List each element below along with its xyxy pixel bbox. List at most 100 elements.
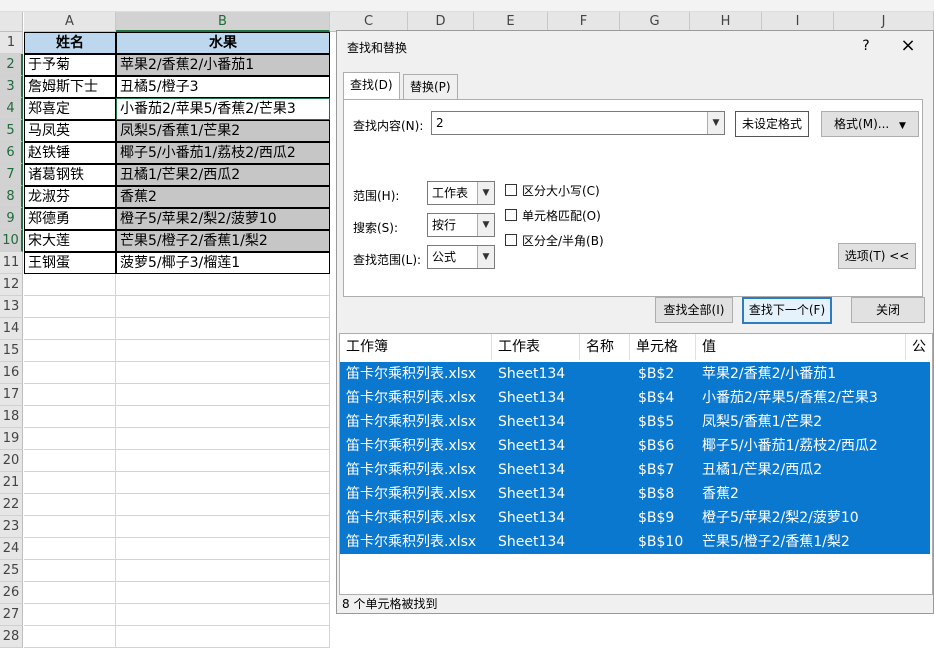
empty-cell[interactable] xyxy=(24,560,116,582)
empty-cell[interactable] xyxy=(116,582,330,604)
row-header-4[interactable]: 4 xyxy=(0,98,23,120)
empty-cell[interactable] xyxy=(24,384,116,406)
format-button[interactable]: 格式(M)... ▼ xyxy=(821,111,919,137)
row-header-19[interactable]: 19 xyxy=(0,428,23,450)
empty-cell[interactable] xyxy=(24,582,116,604)
select-all-corner[interactable] xyxy=(0,12,23,32)
row-header-14[interactable]: 14 xyxy=(0,318,23,340)
empty-cell[interactable] xyxy=(116,428,330,450)
row-header-18[interactable]: 18 xyxy=(0,406,23,428)
empty-cell[interactable] xyxy=(24,296,116,318)
row-header-16[interactable]: 16 xyxy=(0,362,23,384)
result-row[interactable]: 笛卡尔乘积列表.xlsx Sheet134 $B$6 椰子5/小番茄1/荔枝2/西瓜2 xyxy=(340,434,930,458)
fruit-cell[interactable]: 丑橘5/橙子3 xyxy=(116,76,330,98)
empty-cell[interactable] xyxy=(24,538,116,560)
name-cell[interactable]: 诸葛钢铁 xyxy=(24,164,116,186)
chevron-down-icon[interactable]: ▼ xyxy=(477,246,494,268)
empty-cell[interactable] xyxy=(116,406,330,428)
empty-cell[interactable] xyxy=(116,296,330,318)
row-header-7[interactable]: 7 xyxy=(0,164,23,186)
column-header-c[interactable]: C xyxy=(330,12,408,32)
tab-find[interactable]: 查找(D) xyxy=(343,72,400,100)
fruit-cell[interactable]: 橙子5/苹果2/梨2/菠萝10 xyxy=(116,208,330,230)
name-cell[interactable]: 詹姆斯下士 xyxy=(24,76,116,98)
fruit-cell[interactable]: 香蕉2 xyxy=(116,186,330,208)
fruit-cell[interactable]: 苹果2/香蕉2/小番茄1 xyxy=(116,54,330,76)
close-button[interactable]: 关闭 xyxy=(851,297,925,323)
row-header-9[interactable]: 9 xyxy=(0,208,23,230)
result-row[interactable]: 笛卡尔乘积列表.xlsx Sheet134 $B$9 橙子5/苹果2/梨2/菠萝10 xyxy=(340,506,930,530)
empty-cell[interactable] xyxy=(24,450,116,472)
result-row[interactable]: 笛卡尔乘积列表.xlsx Sheet134 $B$2 苹果2/香蕉2/小番茄1 xyxy=(340,362,930,386)
name-cell[interactable]: 龙淑芬 xyxy=(24,186,116,208)
empty-cell[interactable] xyxy=(116,362,330,384)
results-header-formula[interactable]: 公 xyxy=(906,334,932,360)
name-cell[interactable]: 宋大莲 xyxy=(24,230,116,252)
fruit-cell[interactable]: 小番茄2/苹果5/香蕉2/芒果3 xyxy=(116,98,330,120)
results-header-value[interactable]: 值 xyxy=(696,334,906,360)
row-header-6[interactable]: 6 xyxy=(0,142,23,164)
column-header-h[interactable]: H xyxy=(690,12,762,32)
column-header-e[interactable]: E xyxy=(474,12,548,32)
name-cell[interactable]: 赵铁锤 xyxy=(24,142,116,164)
empty-cell[interactable] xyxy=(24,626,116,648)
empty-cell[interactable] xyxy=(116,538,330,560)
header-cell-name[interactable]: 姓名 xyxy=(24,32,116,54)
empty-cell[interactable] xyxy=(116,340,330,362)
column-header-d[interactable]: D xyxy=(408,12,474,32)
empty-cell[interactable] xyxy=(116,318,330,340)
row-header-12[interactable]: 12 xyxy=(0,274,23,296)
header-cell-fruit[interactable]: 水果 xyxy=(116,32,330,54)
results-header-workbook[interactable]: 工作簿 xyxy=(340,334,492,360)
results-list[interactable]: 工作簿 工作表 名称 单元格 值 公 笛卡尔乘积列表.xlsx Sheet134 $… xyxy=(339,333,933,595)
row-header-11[interactable]: 11 xyxy=(0,252,23,274)
name-cell[interactable]: 王钢蛋 xyxy=(24,252,116,274)
chevron-down-icon[interactable]: ▼ xyxy=(477,182,494,204)
row-header-21[interactable]: 21 xyxy=(0,472,23,494)
match-cell-checkbox[interactable] xyxy=(505,209,517,221)
column-header-i[interactable]: I xyxy=(762,12,834,32)
row-header-28[interactable]: 28 xyxy=(0,626,23,648)
row-header-2[interactable]: 2 xyxy=(0,54,23,76)
empty-cell[interactable] xyxy=(116,384,330,406)
empty-cell[interactable] xyxy=(116,274,330,296)
fruit-cell[interactable]: 菠萝5/椰子3/榴莲1 xyxy=(116,252,330,274)
row-header-24[interactable]: 24 xyxy=(0,538,23,560)
empty-cell[interactable] xyxy=(24,604,116,626)
empty-cell[interactable] xyxy=(24,428,116,450)
row-header-5[interactable]: 5 xyxy=(0,120,23,142)
name-cell[interactable]: 马凤英 xyxy=(24,120,116,142)
row-header-17[interactable]: 17 xyxy=(0,384,23,406)
empty-cell[interactable] xyxy=(24,516,116,538)
row-header-15[interactable]: 15 xyxy=(0,340,23,362)
column-header-j[interactable]: J xyxy=(834,12,934,32)
chevron-down-icon[interactable]: ▼ xyxy=(707,112,724,134)
result-row[interactable]: 笛卡尔乘积列表.xlsx Sheet134 $B$5 凤梨5/香蕉1/芒果2 xyxy=(340,410,930,434)
search-select[interactable]: 按行 ▼ xyxy=(427,213,495,237)
empty-cell[interactable] xyxy=(24,472,116,494)
options-button[interactable]: 选项(T) << xyxy=(838,243,916,269)
results-header-cell[interactable]: 单元格 xyxy=(630,334,696,360)
results-header-name[interactable]: 名称 xyxy=(580,334,630,360)
row-header-1[interactable]: 1 xyxy=(0,32,23,54)
column-header-g[interactable]: G xyxy=(620,12,690,32)
empty-cell[interactable] xyxy=(24,494,116,516)
empty-cell[interactable] xyxy=(116,560,330,582)
fruit-cell[interactable]: 芒果5/橙子2/香蕉1/梨2 xyxy=(116,230,330,252)
within-select[interactable]: 工作表 ▼ xyxy=(427,181,495,205)
column-header-b[interactable]: B xyxy=(116,12,330,32)
empty-cell[interactable] xyxy=(116,450,330,472)
match-case-checkbox[interactable] xyxy=(505,184,517,196)
result-row[interactable]: 笛卡尔乘积列表.xlsx Sheet134 $B$10 芒果5/橙子2/香蕉1/梨2 xyxy=(340,530,930,554)
name-cell[interactable]: 郑德勇 xyxy=(24,208,116,230)
close-icon[interactable]: × xyxy=(895,35,921,57)
result-row[interactable]: 笛卡尔乘积列表.xlsx Sheet134 $B$7 丑橘1/芒果2/西瓜2 xyxy=(340,458,930,482)
empty-cell[interactable] xyxy=(24,362,116,384)
empty-cell[interactable] xyxy=(116,494,330,516)
row-header-13[interactable]: 13 xyxy=(0,296,23,318)
empty-cell[interactable] xyxy=(116,604,330,626)
column-header-f[interactable]: F xyxy=(548,12,620,32)
column-header-a[interactable]: A xyxy=(24,12,116,32)
results-header-sheet[interactable]: 工作表 xyxy=(492,334,580,360)
empty-cell[interactable] xyxy=(116,626,330,648)
